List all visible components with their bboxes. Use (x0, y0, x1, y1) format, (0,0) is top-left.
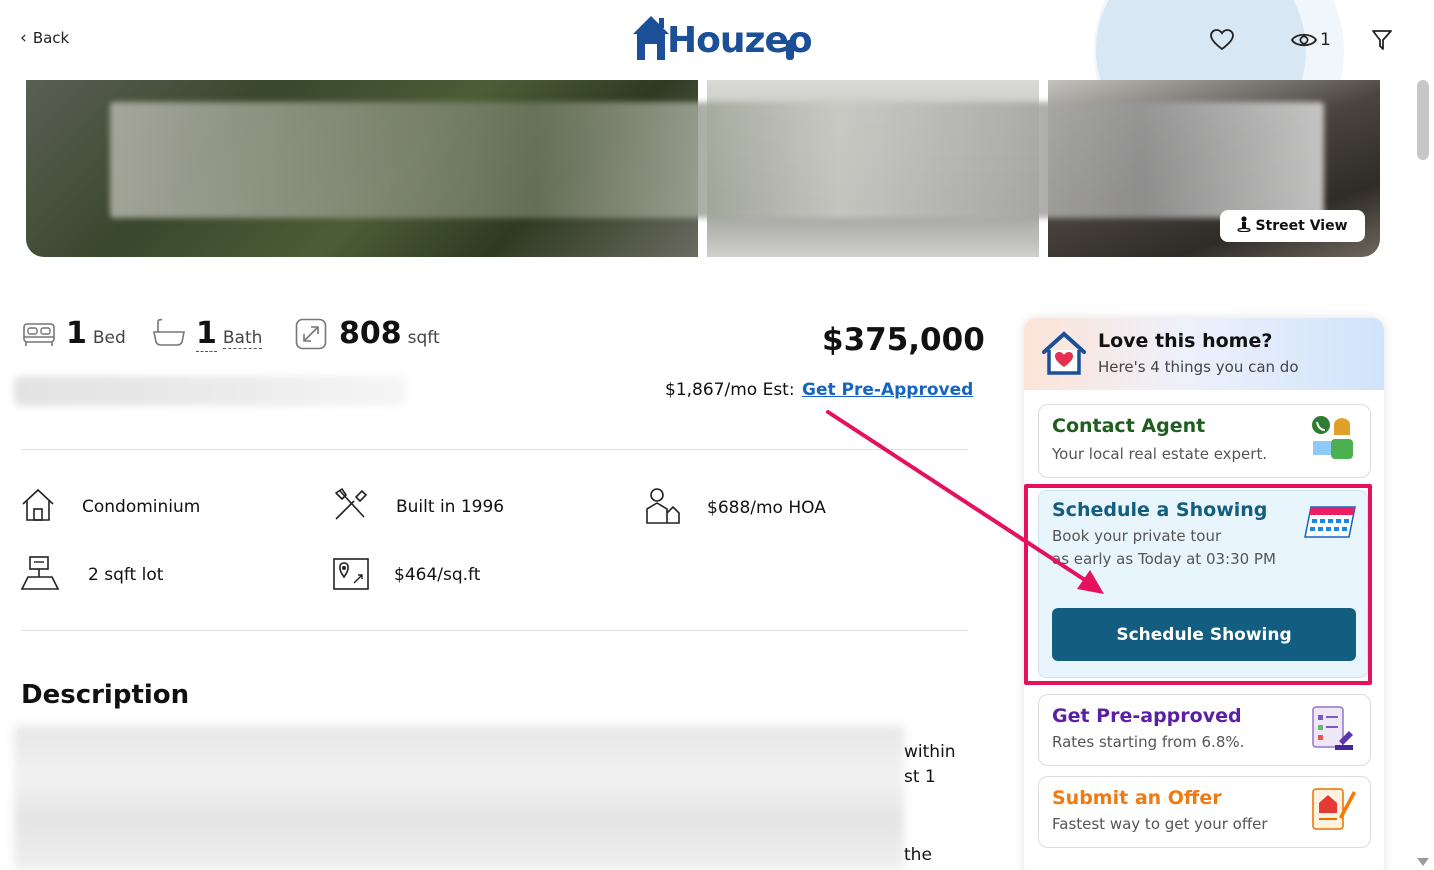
bed-icon (22, 318, 56, 352)
eye-views-icon[interactable] (1290, 26, 1318, 54)
street-view-label: Street View (1255, 218, 1348, 234)
feature-property-type: Condominium (20, 487, 200, 527)
favorite-heart-icon[interactable] (1208, 26, 1236, 54)
map-pin-icon (332, 555, 370, 595)
street-view-person-icon (1237, 216, 1252, 236)
hoa-icon (645, 487, 681, 529)
house-icon (20, 487, 56, 527)
feature-label: $688/mo HOA (707, 498, 826, 518)
panel-title: Love this home? (1098, 330, 1273, 352)
scrollbar-thumb[interactable] (1417, 80, 1429, 160)
area-unit: sqft (407, 328, 440, 348)
description-title: Description (21, 680, 190, 710)
divider-top (21, 449, 968, 450)
baths-unit: Bath (222, 328, 263, 349)
description-fragment: the (904, 845, 932, 865)
back-button[interactable]: ‹ Back (20, 28, 69, 48)
description-fragment: st 1 (904, 767, 936, 787)
document-check-icon (1309, 703, 1357, 757)
street-view-button[interactable]: Street View (1220, 210, 1365, 242)
description-fragment: within (904, 742, 956, 762)
beds-stat: 1 Bed (66, 316, 126, 351)
submit-offer-title: Submit an Offer (1052, 787, 1222, 809)
lot-icon (20, 555, 60, 595)
feature-price-per-sqft: $464/sq.ft (332, 555, 480, 595)
feature-label: Built in 1996 (396, 497, 505, 517)
feature-label: Condominium (82, 497, 201, 517)
logo-dotcom-badge (786, 40, 794, 60)
get-pre-approved-link[interactable]: Get Pre-Approved (802, 380, 973, 400)
contact-agent-subtitle: Your local real estate expert. (1052, 445, 1268, 463)
baths-stat[interactable]: 1 Bath (196, 316, 263, 352)
panel-header: Love this home? Here's 4 things you can … (1024, 318, 1384, 390)
blurred-description (14, 726, 904, 870)
contact-agent-title: Contact Agent (1052, 415, 1206, 437)
views-count: 1 (1320, 30, 1331, 50)
scroll-down-arrow-icon[interactable] (1417, 858, 1429, 866)
pre-approved-title: Get Pre-approved (1052, 705, 1242, 727)
baths-value: 1 (196, 316, 217, 352)
monthly-estimate: $1,867/mo Est: (665, 380, 795, 400)
contact-agent-card[interactable]: Contact Agent Your local real estate exp… (1038, 404, 1371, 478)
feature-label: $464/sq.ft (394, 565, 481, 585)
highlight-box (1024, 484, 1372, 685)
tools-icon (332, 487, 370, 527)
blurred-overlay (110, 102, 1324, 218)
bathtub-icon (152, 318, 186, 352)
feature-lot-size: 2 sqft lot (20, 555, 163, 595)
heart-house-icon (1040, 330, 1088, 380)
offer-document-icon (1309, 783, 1357, 837)
top-header: ‹ Back Houzeo 1 (0, 0, 1434, 176)
panel-subtitle: Here's 4 things you can do (1098, 358, 1299, 376)
agent-illustration-icon (1309, 413, 1359, 467)
feature-label: 2 sqft lot (88, 565, 164, 585)
share-send-icon[interactable] (1368, 26, 1396, 54)
feature-hoa: $688/mo HOA (645, 487, 826, 529)
area-value: 808 (339, 316, 402, 351)
pre-approved-subtitle: Rates starting from 6.8%. (1052, 733, 1245, 751)
area-stat: 808 sqft (339, 316, 440, 351)
back-label: Back (32, 29, 70, 47)
divider-bottom (21, 630, 968, 631)
feature-year-built: Built in 1996 (332, 487, 504, 527)
submit-offer-card[interactable]: Submit an Offer Fastest way to get your … (1038, 776, 1371, 848)
houzeo-logo[interactable]: Houzeo (631, 14, 813, 64)
logo-house-icon (633, 16, 669, 60)
submit-offer-subtitle: Fastest way to get your offer (1052, 815, 1268, 833)
pre-approved-card[interactable]: Get Pre-approved Rates starting from 6.8… (1038, 694, 1371, 766)
beds-unit: Bed (92, 328, 126, 348)
photo-gallery[interactable]: Street View (26, 80, 1380, 257)
listing-price: $375,000 (822, 322, 985, 358)
expand-area-icon (295, 318, 327, 354)
beds-value: 1 (66, 316, 87, 351)
blurred-address (14, 376, 406, 406)
chevron-left-icon: ‹ (20, 28, 27, 48)
